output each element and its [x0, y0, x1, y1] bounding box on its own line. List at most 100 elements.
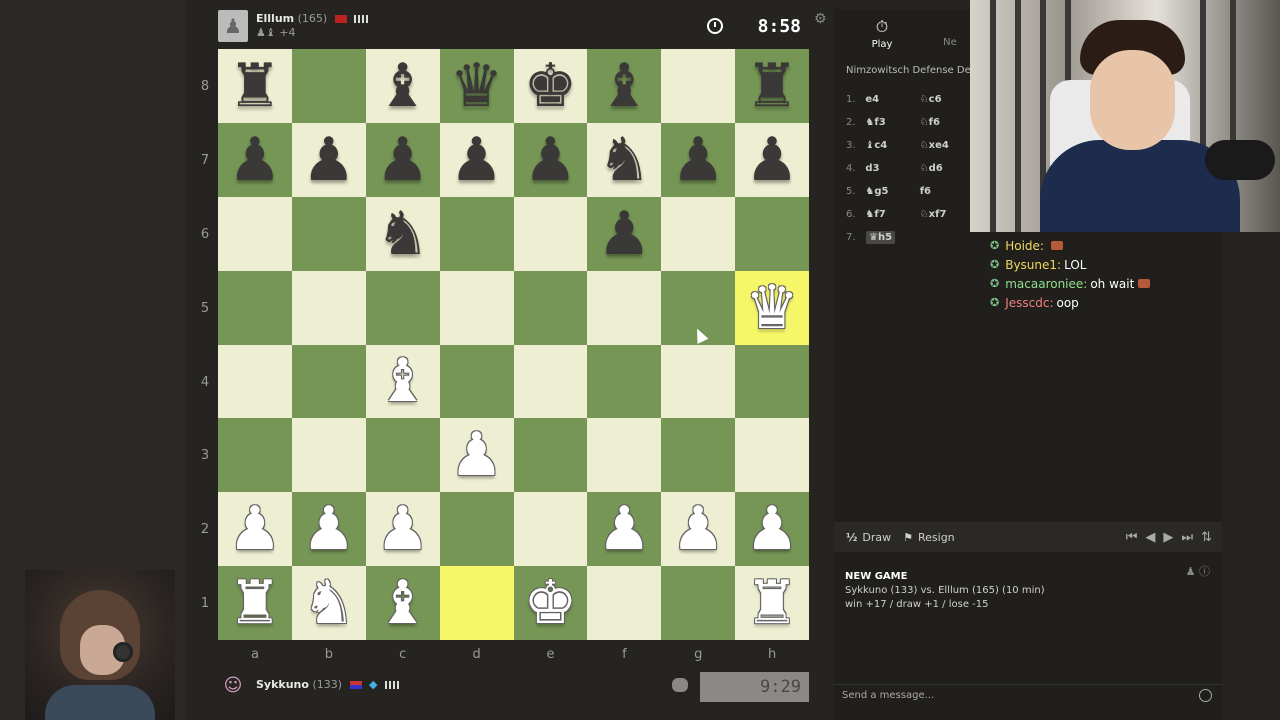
- square-d2[interactable]: [439, 492, 514, 567]
- square-e2[interactable]: [513, 492, 588, 567]
- draw-button[interactable]: ½ Draw: [846, 531, 891, 544]
- square-h5[interactable]: ♛: [735, 270, 809, 345]
- square-h7[interactable]: ♟: [735, 122, 809, 197]
- square-a2[interactable]: ♟: [218, 492, 292, 567]
- square-f1[interactable]: [587, 566, 662, 640]
- white-bishop-icon[interactable]: ♝: [376, 351, 430, 411]
- black-move[interactable]: ♘c6: [920, 94, 974, 105]
- white-move[interactable]: ♛h5: [866, 231, 896, 244]
- black-pawn-icon[interactable]: ♟: [376, 130, 430, 190]
- tab-new[interactable]: Ne: [930, 9, 970, 55]
- last-move-icon[interactable]: ⏭: [1181, 530, 1193, 545]
- square-a6[interactable]: [218, 196, 292, 271]
- square-d8[interactable]: ♛: [439, 49, 514, 123]
- white-rook-icon[interactable]: ♜: [228, 573, 282, 633]
- square-d4[interactable]: [439, 344, 514, 419]
- black-rook-icon[interactable]: ♜: [228, 56, 282, 116]
- black-king-icon[interactable]: ♚: [524, 56, 578, 116]
- square-a3[interactable]: [218, 418, 292, 493]
- square-d6[interactable]: [439, 196, 514, 271]
- square-c6[interactable]: ♞: [365, 196, 440, 271]
- square-f6[interactable]: ♟: [587, 196, 662, 271]
- black-knight-icon[interactable]: ♞: [376, 204, 430, 264]
- square-c5[interactable]: [365, 270, 440, 345]
- square-a4[interactable]: [218, 344, 292, 419]
- black-bishop-icon[interactable]: ♝: [597, 56, 651, 116]
- black-knight-icon[interactable]: ♞: [597, 130, 651, 190]
- square-b2[interactable]: ♟: [291, 492, 366, 567]
- black-pawn-icon[interactable]: ♟: [450, 130, 504, 190]
- square-h6[interactable]: [735, 196, 809, 271]
- bottom-player-avatar[interactable]: ☺: [218, 669, 248, 701]
- square-c7[interactable]: ♟: [365, 122, 440, 197]
- square-g2[interactable]: ♟: [661, 492, 736, 567]
- prev-move-icon[interactable]: ◀: [1145, 530, 1155, 545]
- white-pawn-icon[interactable]: ♟: [450, 425, 504, 485]
- square-f4[interactable]: [587, 344, 662, 419]
- square-b8[interactable]: [291, 49, 366, 123]
- black-pawn-icon[interactable]: ♟: [745, 130, 799, 190]
- black-pawn-icon[interactable]: ♟: [302, 130, 356, 190]
- white-pawn-icon[interactable]: ♟: [228, 499, 282, 559]
- chat-username[interactable]: Hoide:: [1005, 239, 1044, 253]
- black-move[interactable]: ♘xf7: [920, 209, 974, 220]
- square-a7[interactable]: ♟: [218, 122, 292, 197]
- square-g1[interactable]: [661, 566, 736, 640]
- square-g6[interactable]: [661, 196, 736, 271]
- gear-icon[interactable]: ⚙: [814, 11, 827, 27]
- square-h8[interactable]: ♜: [735, 49, 809, 123]
- info-icon[interactable]: ⓘ: [1199, 565, 1210, 578]
- black-queen-icon[interactable]: ♛: [450, 56, 504, 116]
- square-g8[interactable]: [661, 49, 736, 123]
- square-c1[interactable]: ♝: [365, 566, 440, 640]
- square-b7[interactable]: ♟: [291, 122, 366, 197]
- white-knight-icon[interactable]: ♞: [302, 573, 356, 633]
- square-f3[interactable]: [587, 418, 662, 493]
- square-a5[interactable]: [218, 270, 292, 345]
- black-bishop-icon[interactable]: ♝: [376, 56, 430, 116]
- square-c8[interactable]: ♝: [365, 49, 440, 123]
- resign-button[interactable]: ⚑ Resign: [903, 531, 955, 544]
- square-c4[interactable]: ♝: [365, 344, 440, 419]
- square-g4[interactable]: [661, 344, 736, 419]
- white-bishop-icon[interactable]: ♝: [376, 573, 430, 633]
- square-d5[interactable]: [439, 270, 514, 345]
- white-pawn-icon[interactable]: ♟: [376, 499, 430, 559]
- square-d7[interactable]: ♟: [439, 122, 514, 197]
- white-move[interactable]: e4: [865, 94, 919, 105]
- chess-board[interactable]: ♜ ♝ ♛ ♚ ♝ ♜ ♟ ♟ ♟ ♟ ♟ ♞ ♟ ♟ ♞ ♟ ♛ ♝ ♟ ♟ ♟ ♟ ♟ ♟ ♟ ♜ ♞ ♝ ♚ ♜: [218, 49, 809, 640]
- black-pawn-icon[interactable]: ♟: [228, 130, 282, 190]
- black-move[interactable]: ♘d6: [920, 163, 974, 174]
- square-h1[interactable]: ♜: [735, 566, 809, 640]
- tab-play[interactable]: ⏱ Play: [834, 9, 930, 55]
- square-d3[interactable]: ♟: [439, 418, 514, 493]
- square-a8[interactable]: ♜: [218, 49, 292, 123]
- chat-username[interactable]: Jesscdc:: [1005, 296, 1053, 310]
- white-move[interactable]: ♞g5: [865, 186, 919, 197]
- black-rook-icon[interactable]: ♜: [745, 56, 799, 116]
- black-move[interactable]: f6: [920, 186, 974, 197]
- white-pawn-icon[interactable]: ♟: [671, 499, 725, 559]
- square-e5[interactable]: [513, 270, 588, 345]
- square-f2[interactable]: ♟: [587, 492, 662, 567]
- square-b5[interactable]: [291, 270, 366, 345]
- square-h4[interactable]: [735, 344, 809, 419]
- black-move[interactable]: ♘f6: [920, 117, 974, 128]
- chat-username[interactable]: Bysune1:: [1005, 258, 1061, 272]
- black-pawn-icon[interactable]: ♟: [597, 204, 651, 264]
- square-f5[interactable]: [587, 270, 662, 345]
- square-f7[interactable]: ♞: [587, 122, 662, 197]
- square-h3[interactable]: [735, 418, 809, 493]
- white-queen-icon[interactable]: ♛: [745, 278, 799, 338]
- message-input[interactable]: Send a message...: [834, 684, 1222, 706]
- chat-bubble-icon[interactable]: [672, 678, 688, 692]
- square-g7[interactable]: ♟: [661, 122, 736, 197]
- top-player-name[interactable]: Elllum: [256, 12, 294, 25]
- white-move[interactable]: ♝c4: [865, 140, 919, 151]
- black-move[interactable]: ♘xe4: [920, 140, 974, 151]
- white-move[interactable]: ♞f3: [865, 117, 919, 128]
- square-b1[interactable]: ♞: [291, 566, 366, 640]
- black-pawn-icon[interactable]: ♟: [671, 130, 725, 190]
- square-e6[interactable]: [513, 196, 588, 271]
- white-rook-icon[interactable]: ♜: [745, 573, 799, 633]
